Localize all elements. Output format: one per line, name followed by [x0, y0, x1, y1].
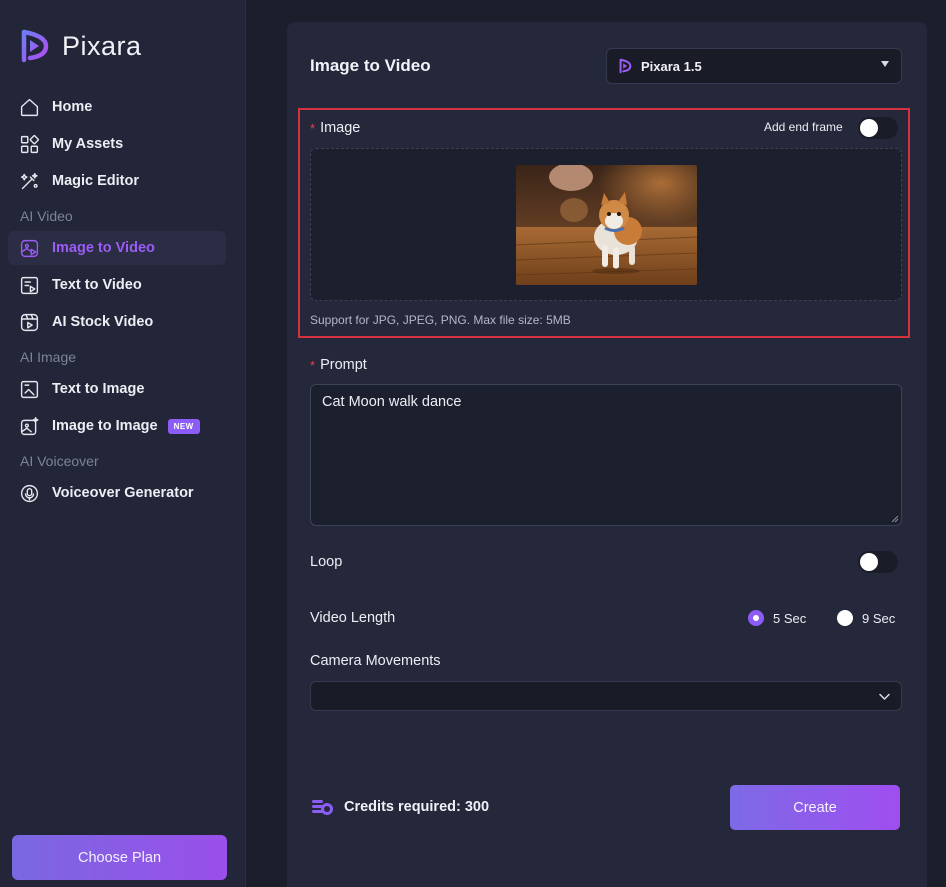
- pixara-logo-icon: [21, 29, 49, 63]
- new-badge: NEW: [167, 418, 200, 434]
- page-title: Image to Video: [310, 56, 431, 75]
- credits-required: Credits required: 300: [310, 797, 489, 817]
- credits-text: Credits required: 300: [344, 799, 490, 815]
- video-length-option-9-sec[interactable]: 9 Sec: [837, 610, 895, 626]
- radio-label: 9 Sec: [862, 610, 896, 626]
- text-image-icon: [18, 378, 40, 400]
- sidebar-item-label: Home: [52, 99, 93, 115]
- image-video-icon: [18, 237, 40, 259]
- model-selected-value: Pixara 1.5: [641, 58, 702, 74]
- sidebar-item-label: Image to Image: [52, 418, 158, 434]
- required-mark: *: [310, 357, 316, 373]
- home-icon: [18, 96, 40, 118]
- image-upload-area[interactable]: [310, 148, 902, 301]
- toggle-knob: [860, 553, 878, 571]
- credits-coins-icon: [312, 800, 333, 815]
- magic-wand-icon: [18, 170, 40, 192]
- image-image-icon: [18, 415, 40, 437]
- sidebar-item-my-assets[interactable]: My Assets: [8, 127, 226, 161]
- image-label-text: Image: [320, 120, 361, 136]
- add-end-frame-toggle[interactable]: [858, 117, 898, 139]
- sidebar-item-home[interactable]: Home: [8, 90, 226, 124]
- prompt-value: Cat Moon walk dance: [322, 394, 462, 410]
- uploaded-image-thumbnail: [516, 165, 697, 285]
- sidebar-item-label: Voiceover Generator: [52, 485, 194, 501]
- image-field-label: * Image: [310, 120, 360, 136]
- video-length-label: Video Length: [310, 610, 396, 626]
- section-title-ai-image: AI Image: [20, 349, 77, 365]
- logo[interactable]: Pixara: [16, 28, 142, 64]
- sidebar-item-label: Image to Video: [52, 240, 155, 256]
- sidebar-item-image-to-image[interactable]: Image to Image NEW: [8, 409, 226, 443]
- sidebar-item-label: Text to Image: [52, 381, 145, 397]
- add-end-frame-label: Add end frame: [764, 120, 843, 134]
- sidebar-item-label: Text to Video: [52, 277, 142, 293]
- image-support-text: Support for JPG, JPEG, PNG. Max file siz…: [310, 313, 571, 327]
- sidebar-item-voiceover-generator[interactable]: Voiceover Generator: [8, 476, 226, 510]
- sidebar-item-label: My Assets: [52, 136, 124, 152]
- sidebar-item-magic-editor[interactable]: Magic Editor: [8, 164, 226, 198]
- required-mark: *: [310, 120, 316, 136]
- grid-icon: [18, 133, 40, 155]
- sidebar-item-text-to-video[interactable]: Text to Video: [8, 268, 226, 302]
- image-to-video-panel: Image to Video Pixara 1.5 * Image Add en…: [287, 22, 927, 887]
- camera-movements-select[interactable]: [310, 681, 902, 711]
- radio-unselected-icon: [837, 610, 853, 626]
- sidebar-item-ai-stock-video[interactable]: AI Stock Video: [8, 305, 226, 339]
- create-button[interactable]: Create: [730, 785, 900, 830]
- sidebar-item-label: AI Stock Video: [52, 314, 154, 330]
- loop-toggle[interactable]: [858, 551, 898, 573]
- section-title-ai-video: AI Video: [20, 208, 73, 224]
- toggle-knob: [860, 119, 878, 137]
- radio-selected-icon: [748, 610, 764, 626]
- resize-grip-icon[interactable]: [891, 515, 899, 523]
- model-select[interactable]: Pixara 1.5: [606, 48, 902, 84]
- prompt-label-text: Prompt: [320, 357, 367, 373]
- sidebar-item-label: Magic Editor: [52, 173, 140, 189]
- section-title-ai-voiceover: AI Voiceover: [20, 453, 99, 469]
- video-length-option-5-sec[interactable]: 5 Sec: [748, 610, 806, 626]
- text-video-icon: [18, 274, 40, 296]
- loop-label: Loop: [310, 554, 343, 570]
- voiceover-icon: [18, 482, 40, 504]
- sidebar: Pixara Home My Assets Magic Editor AI Vi…: [0, 0, 246, 887]
- sidebar-item-text-to-image[interactable]: Text to Image: [8, 372, 226, 406]
- prompt-field-label: * Prompt: [310, 357, 367, 373]
- prompt-textarea[interactable]: Cat Moon walk dance: [310, 384, 902, 526]
- caret-down-icon: [881, 61, 889, 67]
- choose-plan-button[interactable]: Choose Plan: [12, 835, 227, 880]
- radio-label: 5 Sec: [773, 610, 807, 626]
- pixara-model-icon: [619, 58, 632, 74]
- app-name: Pixara: [62, 30, 142, 61]
- chevron-down-icon: [879, 693, 890, 701]
- camera-movements-label: Camera Movements: [310, 653, 441, 669]
- stock-video-icon: [18, 311, 40, 333]
- sidebar-item-image-to-video[interactable]: Image to Video: [8, 231, 226, 265]
